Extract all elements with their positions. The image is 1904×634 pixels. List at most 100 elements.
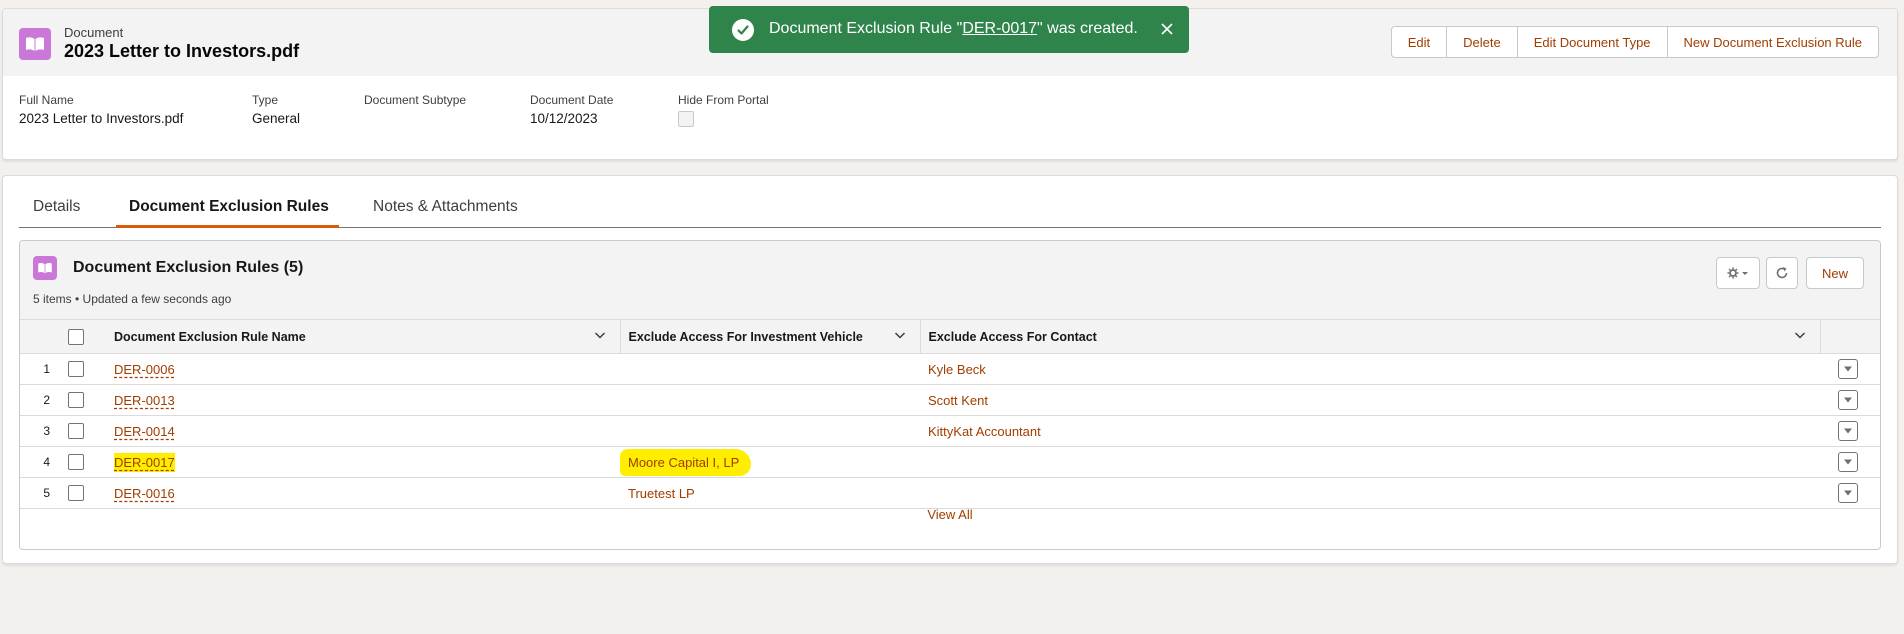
row-checkbox-cell [50, 415, 108, 447]
caret-down-icon [1844, 490, 1852, 496]
contact-cell [920, 446, 1820, 478]
row-action-menu-button[interactable] [1838, 390, 1858, 410]
tab-notes-attachments[interactable]: Notes & Attachments [373, 198, 518, 216]
row-action-menu-button[interactable] [1838, 421, 1858, 441]
select-all-header [50, 319, 108, 354]
refresh-button[interactable] [1766, 257, 1798, 289]
investment-vehicle-cell [620, 384, 920, 416]
chevron-down-icon[interactable] [1794, 329, 1806, 341]
investment-vehicle-link[interactable]: Moore Capital I, LP [620, 448, 752, 476]
success-toast: Document Exclusion Rule "DER-0017" was c… [709, 6, 1189, 53]
row-number: 4 [20, 446, 50, 478]
chevron-down-icon[interactable] [894, 329, 906, 341]
contact-cell: Scott Kent [920, 384, 1820, 416]
toast-record-link[interactable]: DER-0017 [962, 20, 1037, 37]
column-label: Exclude Access For Contact [928, 329, 1097, 344]
rule-name-cell: DER-0016 [108, 477, 620, 509]
row-checkbox[interactable] [68, 361, 84, 377]
field-value: 10/12/2023 [530, 111, 598, 126]
related-list-title[interactable]: Document Exclusion Rules (5) [73, 259, 303, 277]
field-label: Full Name [19, 93, 74, 107]
column-header-contact[interactable]: Exclude Access For Contact [919, 319, 1820, 354]
row-action-menu-button[interactable] [1838, 483, 1858, 503]
rule-name-link[interactable]: DER-0016 [114, 486, 175, 501]
investment-vehicle-cell: Truetest LP [620, 477, 920, 509]
row-checkbox[interactable] [68, 454, 84, 470]
new-document-exclusion-rule-button[interactable]: New Document Exclusion Rule [1666, 26, 1879, 58]
row-checkbox[interactable] [68, 423, 84, 439]
row-actions-cell [1820, 353, 1880, 385]
contact-cell: Kyle Beck [920, 353, 1820, 385]
row-number-header [20, 319, 50, 354]
field-value: General [252, 111, 301, 126]
caret-down-icon [1844, 366, 1852, 372]
contact-cell: KittyKat Accountant [920, 415, 1820, 447]
record-title: 2023 Letter to Investors.pdf [64, 41, 300, 61]
field-value: 2023 Letter to Investors.pdf [19, 111, 184, 126]
column-label: Document Exclusion Rule Name [114, 329, 306, 344]
object-label: Document [64, 25, 124, 40]
table-header-row: Document Exclusion Rule Name Exclude Acc… [20, 319, 1880, 354]
contact-link[interactable]: Kyle Beck [928, 362, 986, 377]
investment-vehicle-link[interactable]: Truetest LP [628, 486, 695, 501]
investment-vehicle-cell [620, 353, 920, 385]
row-number: 5 [20, 477, 50, 509]
field-hide-from-portal: Hide From Portal [678, 93, 769, 127]
highlights-panel: Full Name 2023 Letter to Investors.pdf T… [3, 93, 1897, 143]
toast-suffix: " was created. [1037, 20, 1138, 37]
rule-name-link[interactable]: DER-0017 [114, 452, 175, 472]
rule-name-link[interactable]: DER-0013 [114, 393, 175, 408]
related-list-header: Document Exclusion Rules (5) 5 items • U… [20, 241, 1880, 319]
row-checkbox[interactable] [68, 485, 84, 501]
field-full-name: Full Name 2023 Letter to Investors.pdf [19, 93, 183, 126]
caret-down-icon [1844, 397, 1852, 403]
new-button[interactable]: New [1806, 257, 1864, 289]
view-all-link[interactable]: View All [20, 507, 1880, 522]
row-checkbox-cell [50, 353, 108, 385]
close-icon[interactable] [1155, 17, 1179, 41]
refresh-icon [1776, 267, 1788, 279]
document-exclusion-rule-icon [33, 256, 57, 280]
column-header-name[interactable]: Document Exclusion Rule Name [108, 319, 620, 354]
row-number: 2 [20, 384, 50, 416]
column-header-investment-vehicle[interactable]: Exclude Access For Investment Vehicle [619, 319, 920, 354]
row-actions-cell [1820, 415, 1880, 447]
contact-cell [920, 477, 1820, 509]
contact-link[interactable]: Scott Kent [928, 393, 988, 408]
chevron-down-icon[interactable] [594, 329, 606, 341]
delete-button[interactable]: Delete [1446, 26, 1518, 58]
contact-link[interactable]: KittyKat Accountant [928, 424, 1041, 439]
rule-name-link[interactable]: DER-0006 [114, 362, 175, 377]
field-document-subtype: Document Subtype [364, 93, 466, 111]
edit-button[interactable]: Edit [1390, 26, 1448, 58]
tab-details[interactable]: Details [33, 198, 80, 216]
rule-name-cell: DER-0017 [108, 446, 620, 478]
row-number: 3 [20, 415, 50, 447]
hide-from-portal-checkbox [678, 111, 694, 127]
rule-name-link[interactable]: DER-0014 [114, 424, 175, 439]
list-settings-button[interactable] [1716, 257, 1760, 289]
caret-down-icon [1844, 459, 1852, 465]
row-number: 1 [20, 353, 50, 385]
toast-message: Document Exclusion Rule "DER-0017" was c… [769, 20, 1138, 38]
success-check-icon [732, 19, 754, 41]
tab-document-exclusion-rules[interactable]: Document Exclusion Rules [129, 198, 329, 216]
toast-prefix: Document Exclusion Rule " [769, 20, 963, 37]
field-label: Hide From Portal [678, 93, 769, 107]
field-label: Document Subtype [364, 93, 467, 107]
edit-document-type-button[interactable]: Edit Document Type [1516, 26, 1668, 58]
table-row: 4 DER-0017 Moore Capital I, LP [20, 446, 1880, 478]
header-actions: Edit Delete Edit Document Type New Docum… [1390, 26, 1879, 58]
field-label: Type [252, 93, 279, 107]
row-action-menu-button[interactable] [1838, 452, 1858, 472]
row-checkbox[interactable] [68, 392, 84, 408]
caret-down-icon [1844, 428, 1852, 434]
field-document-date: Document Date 10/12/2023 [530, 93, 613, 126]
related-tabs-card: Details Document Exclusion Rules Notes &… [2, 175, 1898, 564]
investment-vehicle-cell [620, 415, 920, 447]
row-action-menu-button[interactable] [1838, 359, 1858, 379]
related-list-table: Document Exclusion Rule Name Exclude Acc… [20, 319, 1880, 509]
select-all-checkbox[interactable] [68, 328, 84, 345]
column-label: Exclude Access For Investment Vehicle [628, 329, 863, 344]
row-actions-cell [1820, 477, 1880, 509]
